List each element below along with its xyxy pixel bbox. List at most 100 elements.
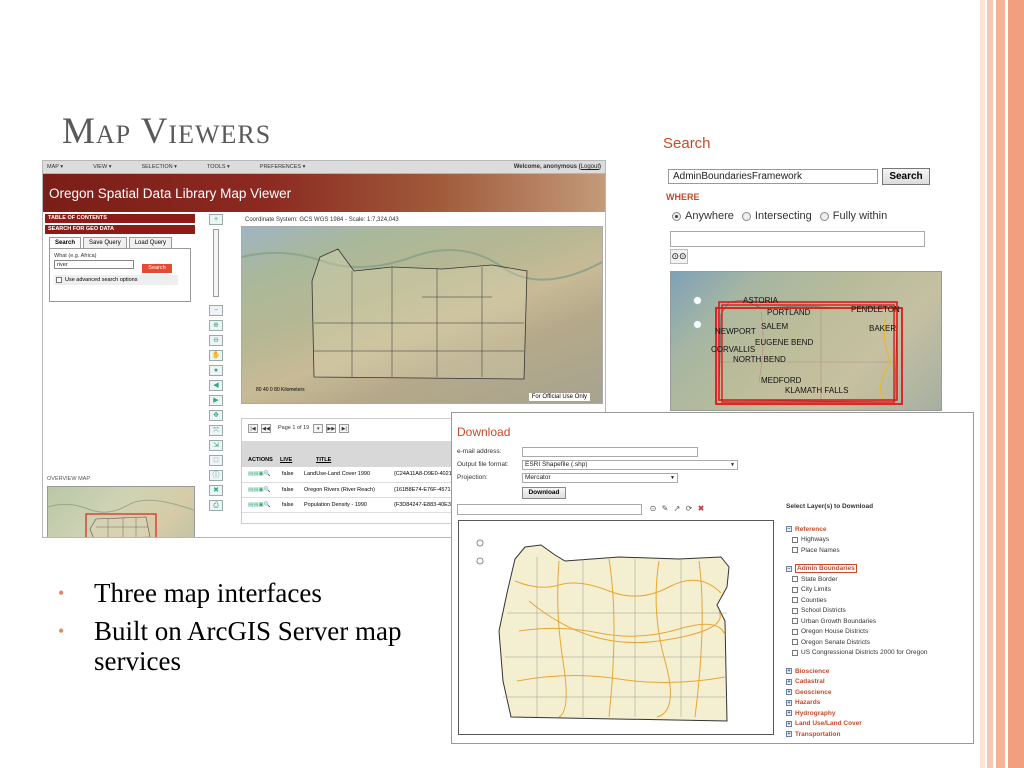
zoom-up-icon[interactable]: +: [209, 214, 223, 225]
group-bioscience[interactable]: + Bioscience: [786, 666, 972, 677]
expand-icon[interactable]: +: [786, 731, 792, 738]
menu-selection[interactable]: SELECTION ▾: [141, 164, 176, 170]
collapse-icon[interactable]: −: [786, 565, 792, 572]
layer-checkbox[interactable]: [792, 649, 798, 656]
location-input[interactable]: [670, 231, 925, 247]
last-page-icon[interactable]: ▶|: [339, 423, 350, 433]
expand-icon[interactable]: +: [786, 689, 792, 696]
clear-icon[interactable]: ✖: [209, 485, 223, 496]
menu-view[interactable]: VIEW ▾: [93, 164, 111, 170]
layer-item[interactable]: Oregon Senate Districts: [786, 637, 972, 648]
email-input[interactable]: [522, 447, 698, 457]
layer-item[interactable]: School Districts: [786, 606, 972, 617]
layer-item[interactable]: City Limits: [786, 585, 972, 596]
layer-item[interactable]: US Congressional Districts 2000 for Oreg…: [786, 648, 972, 659]
layer-checkbox[interactable]: [792, 536, 798, 543]
download-button[interactable]: Download: [522, 487, 566, 499]
col-live[interactable]: LIVE: [280, 441, 302, 467]
layer-checkbox[interactable]: [792, 597, 798, 604]
layer-checkbox[interactable]: [792, 639, 798, 646]
zoom-slider[interactable]: [213, 229, 219, 297]
main-map[interactable]: 80 40 0 80 Kilometers For Official Use O…: [241, 226, 603, 404]
layer-item[interactable]: Place Names: [786, 545, 972, 556]
layer-checkbox[interactable]: [792, 586, 798, 593]
expand-icon[interactable]: +: [786, 678, 792, 685]
row-actions-icon[interactable]: ▤▤▣🔍: [242, 482, 280, 498]
row-actions-icon[interactable]: ▤▤▣🔍: [242, 497, 280, 513]
identify-icon[interactable]: ⓘ: [209, 470, 223, 481]
place-label: EUGENE: [755, 338, 789, 347]
group-reference[interactable]: − Reference: [786, 524, 972, 535]
back-icon[interactable]: ◀: [209, 380, 223, 391]
print-icon[interactable]: ⎙: [209, 500, 223, 511]
menu-preferences[interactable]: PREFERENCES ▾: [260, 164, 306, 170]
extent-icon[interactable]: ⤧: [209, 425, 223, 436]
search-geo-header[interactable]: SEARCH FOR GEO DATA: [45, 225, 195, 234]
draw-line-icon[interactable]: ↗: [672, 504, 682, 514]
advanced-checkbox[interactable]: [56, 277, 62, 283]
radio-fully-within[interactable]: [819, 211, 829, 221]
group-hydrography[interactable]: + Hydrography: [786, 708, 972, 719]
binoculars-icon[interactable]: ⊙: [648, 504, 658, 514]
group-geoscience[interactable]: + Geoscience: [786, 687, 972, 698]
zoom-in-icon[interactable]: ⊕: [209, 320, 223, 331]
search-button[interactable]: Search: [142, 264, 172, 273]
tab-search[interactable]: Search: [49, 237, 82, 248]
row-actions-icon[interactable]: ▤▤▣🔍: [242, 467, 280, 483]
refresh-icon[interactable]: ⟳: [684, 504, 694, 514]
full-extent-icon[interactable]: ✥: [209, 410, 223, 421]
layer-item[interactable]: Highways: [786, 535, 972, 546]
layer-checkbox[interactable]: [792, 547, 798, 554]
logout-link[interactable]: Logout: [581, 164, 599, 170]
layer-item[interactable]: Oregon House Districts: [786, 627, 972, 638]
download-map[interactable]: [458, 520, 774, 735]
select-box-icon[interactable]: □: [209, 455, 223, 466]
layer-checkbox[interactable]: [792, 576, 798, 583]
layer-item[interactable]: Counties: [786, 595, 972, 606]
group-cadastral[interactable]: + Cadastral: [786, 677, 972, 688]
radio-anywhere[interactable]: [672, 211, 681, 221]
first-page-icon[interactable]: |◀: [248, 423, 258, 433]
expand-icon[interactable]: +: [786, 668, 792, 675]
draw-icon[interactable]: ✎: [660, 504, 670, 514]
layer-checkbox[interactable]: [792, 618, 798, 625]
layer-item[interactable]: State Border: [786, 574, 972, 585]
next-page-icon[interactable]: ▶▶: [326, 423, 337, 433]
page-dropdown[interactable]: ▾: [313, 423, 324, 433]
location-input[interactable]: [457, 504, 642, 515]
tab-load-query[interactable]: Load Query: [128, 237, 173, 248]
tab-save-query[interactable]: Save Query: [83, 237, 127, 248]
measure-icon[interactable]: ⇲: [209, 440, 223, 451]
forward-icon[interactable]: ▶: [209, 395, 223, 406]
format-select[interactable]: ESRI Shapefile (.shp) ▼: [522, 460, 738, 470]
group-hazards[interactable]: + Hazards: [786, 698, 972, 709]
overview-map[interactable]: [47, 486, 195, 537]
menu-tools[interactable]: TOOLS ▾: [207, 164, 230, 170]
menu-map[interactable]: MAP ▾: [47, 164, 63, 170]
expand-icon[interactable]: +: [786, 710, 792, 717]
projection-select[interactable]: Mercator ▼: [522, 473, 678, 483]
search-map[interactable]: ASTORIA PORTLAND PENDLETON SALEM NEWPORT…: [670, 271, 942, 411]
layer-checkbox[interactable]: [792, 607, 798, 614]
expand-icon[interactable]: +: [786, 699, 792, 706]
zoom-down-icon[interactable]: −: [209, 305, 223, 316]
globe-icon[interactable]: ●: [209, 365, 223, 376]
group-admin-boundaries[interactable]: − Admin Boundaries: [786, 564, 972, 575]
binoculars-icon[interactable]: ⊙⊙: [670, 249, 688, 264]
search-button[interactable]: Search: [882, 168, 930, 185]
toc-header[interactable]: TABLE OF CONTENTS: [45, 214, 195, 223]
search-input[interactable]: AdminBoundariesFramework: [668, 169, 878, 184]
erase-icon[interactable]: ✖: [696, 504, 706, 514]
collapse-icon[interactable]: −: [786, 526, 792, 533]
radio-intersecting[interactable]: [741, 211, 751, 221]
pan-icon[interactable]: ✋: [209, 350, 223, 361]
expand-icon[interactable]: +: [786, 720, 792, 727]
prev-page-icon[interactable]: ◀◀: [261, 423, 271, 433]
col-title[interactable]: TITLE: [302, 441, 392, 467]
zoom-out-icon[interactable]: ⊖: [209, 335, 223, 346]
layer-checkbox[interactable]: [792, 628, 798, 635]
layer-item[interactable]: Urban Growth Boundaries: [786, 616, 972, 627]
group-land-use[interactable]: + Land Use/Land Cover: [786, 719, 972, 730]
group-transportation[interactable]: + Transportation: [786, 729, 972, 740]
query-input[interactable]: river: [54, 260, 134, 269]
